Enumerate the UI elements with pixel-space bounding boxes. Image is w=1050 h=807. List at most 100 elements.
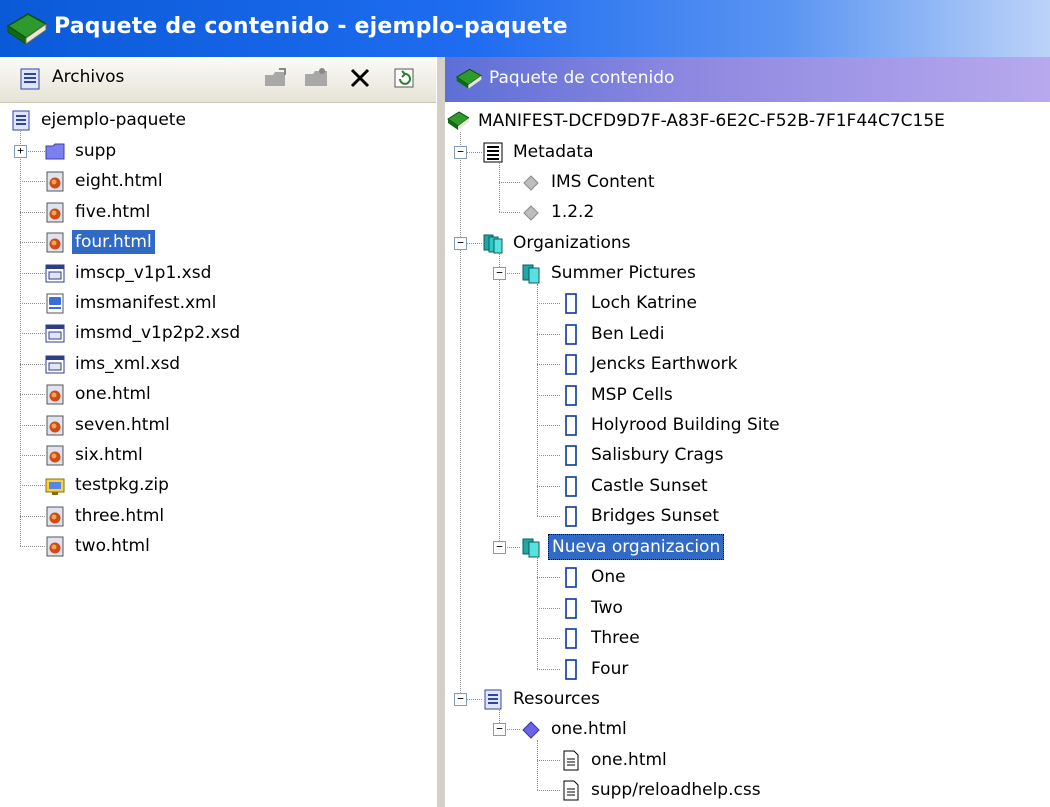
file-item-imsmanifest-xml-label: imsmanifest.xml (75, 293, 217, 313)
file-item-four-html[interactable]: four.html (44, 227, 155, 257)
book-icon (447, 111, 469, 130)
tree-connector (537, 333, 560, 335)
html-file-icon (46, 536, 64, 557)
file-item-testpkg-zip[interactable]: testpkg.zip (44, 470, 172, 500)
tree-connector (537, 740, 538, 790)
item-four-label: Four (591, 658, 629, 679)
delete-button[interactable] (346, 64, 374, 92)
tree-connector (20, 363, 45, 365)
diamond-icon (523, 205, 539, 222)
tree-connector (20, 546, 45, 548)
item-loch-katrine[interactable]: Loch Katrine (560, 288, 700, 318)
file-item-imsmanifest-xml[interactable]: imsmanifest.xml (44, 288, 219, 318)
resource-file-supp-reloadhelp-css[interactable]: supp/reloadhelp.css (560, 775, 764, 805)
import-folder-button[interactable] (262, 64, 290, 92)
item-icon (565, 354, 577, 375)
xsd-file-icon (45, 264, 65, 283)
item-ben-ledi[interactable]: Ben Ledi (560, 319, 667, 349)
file-item-ims-xml-xsd-label: ims_xml.xsd (75, 353, 181, 374)
import-folder-icon (265, 68, 286, 86)
resource-file-supp-reloadhelp-css-label: supp/reloadhelp.css (591, 780, 761, 801)
diamond-icon (523, 175, 539, 191)
file-item-eight-html-label: eight.html (75, 171, 163, 192)
tree-connector (466, 243, 482, 244)
html-file-icon (46, 202, 64, 223)
html-file-icon (46, 445, 64, 466)
tree-connector (537, 303, 560, 305)
book-icon (455, 68, 483, 89)
file-item-eight-html[interactable]: eight.html (44, 166, 166, 196)
manifest-node[interactable]: MANIFEST-DCFD9D7F-A83F-6E2C-F52B-7F1F44C… (447, 106, 948, 136)
expand-supp-toggle[interactable]: + (14, 145, 27, 158)
item-four[interactable]: Four (560, 654, 631, 684)
metadata-icon (483, 142, 503, 163)
tree-connector (20, 242, 45, 244)
metadata-item-version[interactable]: 1.2.2 (520, 197, 597, 227)
resource-file-one-html[interactable]: one.html (560, 745, 670, 775)
item-salisbury-crags[interactable]: Salisbury Crags (560, 440, 726, 470)
item-one-label: One (591, 567, 626, 588)
package-panel: Paquete de contenido MANIFEST-DCFD9D7F-A… (445, 57, 1050, 807)
tree-connector (499, 163, 500, 212)
item-icon (565, 293, 577, 315)
item-castle-sunset[interactable]: Castle Sunset (560, 471, 711, 501)
tree-connector (537, 485, 560, 487)
html-file-icon (46, 232, 64, 253)
window-title: Paquete de contenido - ejemplo-paquete (54, 14, 568, 39)
file-item-seven-html[interactable]: seven.html (44, 410, 173, 440)
tree-connector (460, 132, 461, 699)
tree-connector (537, 638, 560, 640)
resources-icon (484, 689, 502, 710)
organization-nueva-organizacion-label: Nueva organizacion (548, 534, 725, 560)
item-three[interactable]: Three (560, 623, 643, 653)
organizations-node[interactable]: Organizations (482, 228, 634, 258)
item-castle-sunset-label: Castle Sunset (591, 475, 708, 496)
file-item-supp[interactable]: supp (44, 136, 119, 166)
xsd-file-icon (45, 324, 65, 343)
item-icon (565, 475, 577, 497)
organization-summer-pictures-label: Summer Pictures (551, 263, 696, 283)
item-holyrood-building-site[interactable]: Holyrood Building Site (560, 410, 783, 440)
tree-connector (20, 455, 45, 456)
new-folder-button[interactable] (302, 64, 330, 92)
metadata-item-ims-content[interactable]: IMS Content (520, 167, 658, 197)
zip-file-icon (45, 478, 65, 496)
item-two[interactable]: Two (560, 593, 626, 623)
file-item-five-html[interactable]: five.html (44, 197, 153, 227)
item-two-label: Two (591, 597, 623, 618)
refresh-button[interactable] (390, 64, 418, 92)
tree-connector (499, 254, 500, 547)
refresh-icon (394, 68, 414, 88)
item-jencks-earthwork[interactable]: Jencks Earthwork (560, 349, 740, 379)
organization-nueva-organizacion[interactable]: Nueva organizacion (520, 532, 725, 562)
file-item-six-html[interactable]: six.html (44, 440, 146, 470)
item-msp-cells[interactable]: MSP Cells (560, 380, 676, 410)
resources-node[interactable]: Resources (482, 684, 603, 714)
tree-connector (505, 729, 520, 730)
file-item-ims-xml-xsd[interactable]: ims_xml.xsd (44, 349, 183, 379)
file-item-two-html[interactable]: two.html (44, 531, 153, 561)
item-icon (565, 567, 577, 589)
organization-summer-pictures[interactable]: Summer Pictures (520, 258, 699, 288)
item-icon (565, 658, 577, 680)
files-root[interactable]: ejemplo-paquete (10, 105, 189, 135)
item-bridges-sunset[interactable]: Bridges Sunset (560, 501, 722, 531)
item-icon (565, 597, 577, 619)
resource-icon (522, 721, 540, 739)
resource-one-html-label: one.html (551, 719, 627, 739)
item-jencks-earthwork-label: Jencks Earthwork (591, 354, 738, 375)
file-item-one-html[interactable]: one.html (44, 379, 154, 409)
item-three-label: Three (591, 628, 640, 649)
file-item-imscp-v1p1-xsd[interactable]: imscp_v1p1.xsd (44, 258, 214, 288)
item-ben-ledi-label: Ben Ledi (591, 323, 665, 344)
tree-connector (20, 424, 45, 426)
html-file-icon (46, 171, 64, 192)
item-icon (565, 415, 577, 436)
file-item-imscp-v1p1-xsd-label: imscp_v1p1.xsd (75, 262, 212, 283)
file-item-three-html[interactable]: three.html (44, 501, 167, 531)
tree-connector (20, 131, 21, 547)
organization-icon (522, 264, 540, 284)
file-item-imsmd-v1p2p2-xsd[interactable]: imsmd_v1p2p2.xsd (44, 318, 243, 348)
item-loch-katrine-label: Loch Katrine (591, 293, 697, 314)
item-one[interactable]: One (560, 562, 629, 592)
